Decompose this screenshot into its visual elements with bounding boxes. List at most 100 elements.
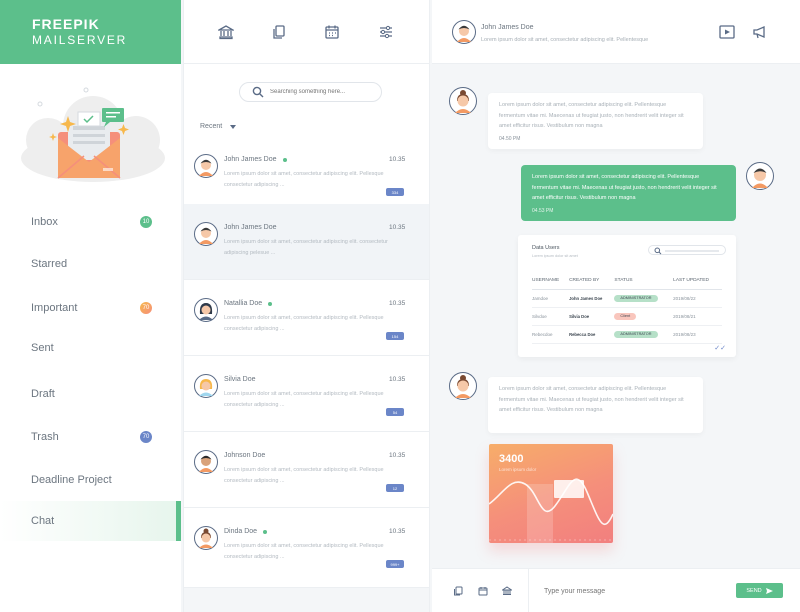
avatar xyxy=(449,87,477,115)
contact-name: John James Doe xyxy=(481,24,534,31)
date-cell: 2019/08/21 xyxy=(673,307,722,326)
sidebar-item-label: Inbox xyxy=(31,216,58,228)
message-time: 10.35 xyxy=(389,300,406,307)
table-row[interactable]: Silvdoe Silvia Doe Client 2019/08/21 xyxy=(532,307,722,326)
list-item[interactable]: Silvia Doe 10.35 Lorem ipsum dolor sit a… xyxy=(184,356,429,432)
sender-name: Johnson Doe xyxy=(224,452,266,459)
sidebar-item-label: Trash xyxy=(31,431,59,443)
sender-name: Silvia Doe xyxy=(224,376,256,383)
brand-header: FREEPIK MAILSERVER xyxy=(0,0,181,64)
column-header: USERNAME xyxy=(532,277,570,290)
search-input[interactable] xyxy=(270,89,370,95)
bank-icon[interactable] xyxy=(502,586,512,596)
send-label: SEND xyxy=(746,587,762,594)
table-row[interactable]: Jamdoe John James Doe ADMINISTRATOR 2019… xyxy=(532,289,722,308)
count-badge: 70 xyxy=(140,302,152,314)
list-footer xyxy=(184,588,429,612)
avatar xyxy=(194,526,218,550)
avatar xyxy=(194,154,218,178)
avatar xyxy=(194,298,218,322)
list-item[interactable]: John James Doe 10.35 Lorem ipsum dolor s… xyxy=(184,136,429,212)
date-cell: 2019/08/22 xyxy=(673,289,722,308)
table-row[interactable]: Rebecdoe Rebecca Doe ADMINISTRATOR 2019/… xyxy=(532,325,722,344)
sidebar-item-label: Sent xyxy=(31,342,54,354)
list-item[interactable]: Dinda Doe 10.35 Lorem ipsum dolor sit am… xyxy=(184,508,429,588)
avatar[interactable] xyxy=(452,20,476,44)
chevron-down-icon xyxy=(230,124,237,129)
table-header-row: USERNAME CREATED BY STATUS LAST UPDATED xyxy=(532,277,722,290)
send-button[interactable]: SEND xyxy=(736,583,783,598)
contact-status: Lorem ipsum dolor sit amet, consectetur … xyxy=(481,37,649,43)
chat-header: John James Doe Lorem ipsum dolor sit ame… xyxy=(432,0,800,64)
status-badge: ADMINISTRATOR xyxy=(614,294,658,302)
stat-label: Lorem ipsum dolor xyxy=(499,467,537,472)
calendar-icon[interactable] xyxy=(478,586,488,596)
message-text: Lorem ipsum dolor sit amet, consectetur … xyxy=(532,174,717,201)
unread-count: 999+ xyxy=(386,560,404,568)
search-icon xyxy=(252,86,264,98)
message-snippet: Lorem ipsum dolor sit amet, consectetur … xyxy=(224,543,384,560)
message-input[interactable] xyxy=(544,584,724,598)
incoming-message: Lorem ipsum dolor sit amet, consectetur … xyxy=(488,93,703,149)
card-search-input[interactable] xyxy=(648,245,726,255)
sender-name: Dinda Doe xyxy=(224,528,258,535)
video-icon[interactable] xyxy=(719,25,735,39)
status-badge: ADMINISTRATOR xyxy=(614,330,658,338)
avatar xyxy=(746,162,774,190)
stat-value: 3400 xyxy=(499,453,524,465)
message-snippet: Lorem ipsum dolor sit amet, consectetur … xyxy=(224,315,384,332)
sliders-icon[interactable] xyxy=(376,22,396,42)
copy-icon[interactable] xyxy=(269,22,289,42)
copy-icon[interactable] xyxy=(453,586,463,596)
message-list-panel: Recent John James Doe 10.35 Lorem ipsum … xyxy=(183,0,430,612)
stat-card: 3400 Lorem ipsum dolor xyxy=(489,444,613,543)
unread-count: 54 xyxy=(386,408,404,416)
sidebar-item-sent[interactable]: Sent xyxy=(0,328,181,368)
username-cell: Jamdoe xyxy=(532,289,570,308)
sidebar-item-trash[interactable]: Trash 70 xyxy=(0,417,181,457)
double-check-icon: ✓✓ xyxy=(714,345,726,352)
sender-name: John James Doe xyxy=(224,224,277,231)
mail-illustration xyxy=(21,87,165,182)
message-time: 10.35 xyxy=(389,376,406,383)
sidebar-item-inbox[interactable]: Inbox 10 xyxy=(0,202,181,242)
users-table: USERNAME CREATED BY STATUS LAST UPDATED … xyxy=(532,277,722,344)
list-item[interactable]: Johnson Doe 10.35 Lorem ipsum dolor sit … xyxy=(184,432,429,508)
message-text: Lorem ipsum dolor sit amet, consectetur … xyxy=(499,102,684,129)
sidebar-item-label: Starred xyxy=(31,258,68,270)
message-time: 04.53 PM xyxy=(532,207,554,214)
count-badge: 70 xyxy=(140,431,152,443)
filter-label: Recent xyxy=(200,123,223,130)
sidebar-item-deadline-project[interactable]: Deadline Project xyxy=(0,460,181,500)
list-item[interactable]: Natallia Doe 10.35 Lorem ipsum dolor sit… xyxy=(184,280,429,356)
message-composer: SEND xyxy=(432,568,800,612)
sidebar-item-label: Chat xyxy=(31,515,55,527)
megaphone-icon[interactable] xyxy=(752,25,768,39)
message-snippet: Lorem ipsum dolor sit amet, consectetur … xyxy=(224,171,384,188)
brand-name: FREEPIK xyxy=(32,16,100,32)
sidebar-item-draft[interactable]: Draft xyxy=(0,374,181,414)
created-by-cell: Rebecca Doe xyxy=(569,325,615,344)
calendar-icon[interactable] xyxy=(322,22,342,42)
card-subtitle: Lorem ipsum dolor sit amet xyxy=(532,254,578,258)
send-icon xyxy=(765,587,773,594)
avatar xyxy=(194,450,218,474)
avatar xyxy=(194,222,218,246)
sidebar-item-chat[interactable]: Chat xyxy=(0,501,181,541)
list-item[interactable]: John James Doe 10.35 Lorem ipsum dolor s… xyxy=(184,204,429,280)
column-header: CREATED BY xyxy=(569,277,615,290)
sidebar-item-important[interactable]: Important 70 xyxy=(0,288,181,328)
data-users-card: Data Users Lorem ipsum dolor sit amet US… xyxy=(518,235,736,357)
sidebar-item-label: Draft xyxy=(31,388,55,400)
created-by-cell: John James Doe xyxy=(569,289,615,308)
message-snippet: Lorem ipsum dolor sit amet, consectetur … xyxy=(224,467,384,484)
list-toolbar xyxy=(184,0,429,64)
sidebar-item-starred[interactable]: Starred xyxy=(0,244,181,284)
status-badge: Client xyxy=(614,312,637,320)
sender-name: John James Doe xyxy=(224,156,277,163)
username-cell: Rebecdoe xyxy=(532,325,570,344)
filter-dropdown[interactable]: Recent xyxy=(200,123,237,130)
bank-icon[interactable] xyxy=(216,22,236,42)
created-by-cell: Silvia Doe xyxy=(569,307,615,326)
search-box[interactable] xyxy=(239,82,382,102)
